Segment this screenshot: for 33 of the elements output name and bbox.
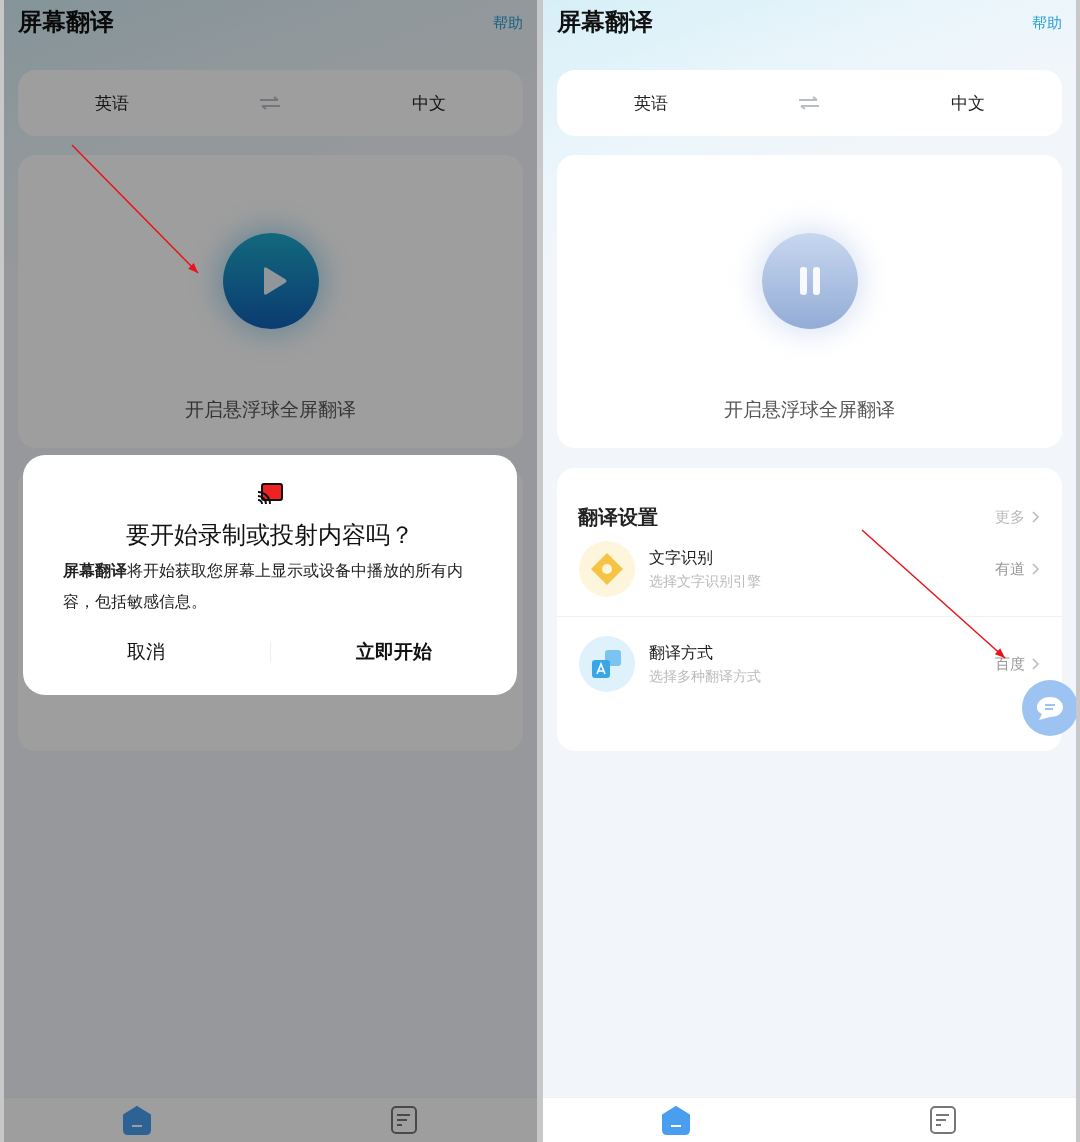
toggle-label: 开启悬浮球全屏翻译 xyxy=(185,397,356,422)
dialog-message: 屏幕翻译将开始获取您屏幕上显示或设备中播放的所有内容，包括敏感信息。 xyxy=(63,560,464,613)
row-subtitle: 选择多种翻译方式 xyxy=(649,667,762,686)
target-language[interactable]: 中文 xyxy=(389,91,470,115)
row-subtitle: 选择文字识别引擎 xyxy=(649,572,762,591)
pause-icon xyxy=(797,267,822,295)
app-title: 屏幕翻译 xyxy=(18,7,114,38)
chevron-icon xyxy=(1031,510,1040,524)
row-value: 百度 xyxy=(995,654,1025,674)
row-title: 翻译方式 xyxy=(649,642,714,664)
source-language[interactable]: 英语 xyxy=(71,91,152,115)
swap-icon[interactable] xyxy=(798,96,821,110)
target-language[interactable]: 中文 xyxy=(928,91,1009,115)
row-value: 有道 xyxy=(995,559,1025,579)
dialog-title: 要开始录制或投射内容吗？ xyxy=(126,520,414,551)
swap-icon[interactable] xyxy=(259,96,282,110)
home-icon[interactable] xyxy=(661,1105,692,1135)
document-icon[interactable] xyxy=(388,1105,419,1135)
cast-icon xyxy=(257,483,283,505)
settings-row[interactable]: 翻译方式 选择多种翻译方式 百度 xyxy=(557,617,1062,711)
chevron-icon xyxy=(1031,657,1040,671)
crosshair-icon xyxy=(579,541,635,597)
row-title: 文字识别 xyxy=(649,547,714,569)
chevron-icon xyxy=(1031,562,1040,576)
cancel-button[interactable]: 取消 xyxy=(23,627,270,677)
app-title: 屏幕翻译 xyxy=(557,7,653,38)
chat-icon xyxy=(1035,695,1065,721)
start-button[interactable]: 立即开始 xyxy=(270,627,517,677)
document-icon[interactable] xyxy=(927,1105,958,1135)
home-icon[interactable] xyxy=(122,1105,153,1135)
translate-icon xyxy=(579,636,635,692)
source-language[interactable]: 英语 xyxy=(610,91,691,115)
toggle-label: 开启悬浮球全屏翻译 xyxy=(724,397,895,422)
